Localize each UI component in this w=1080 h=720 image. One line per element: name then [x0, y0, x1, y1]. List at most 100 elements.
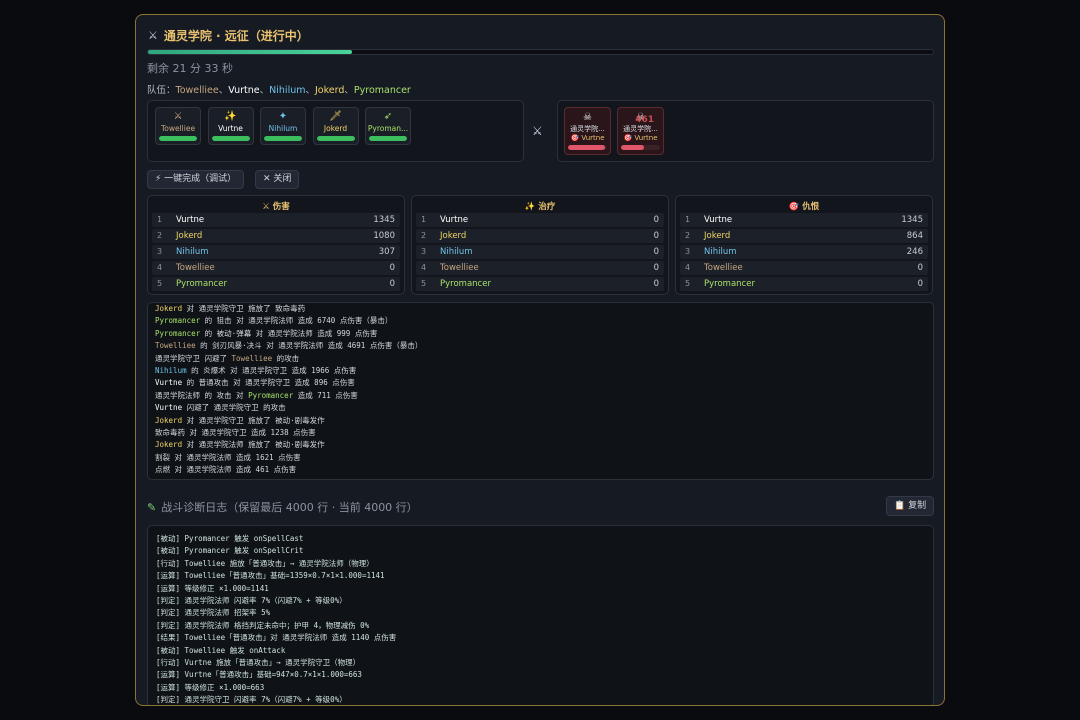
log-line: Nihilum 的 炎爆术 对 通灵学院守卫 造成 1966 点伤害 [155, 365, 926, 377]
log-segment: 闪避了 通灵学院守卫 的攻击 [182, 403, 286, 413]
diagnostic-line: [结果] Towelliee「普通攻击」对 通灵学院法师 造成 1140 点伤害 [156, 633, 397, 643]
health-fill [621, 145, 645, 150]
enemy-card[interactable]: ☠ 通灵学院... 🎯 Vurtne [564, 107, 611, 155]
log-segment: Nihilum [155, 365, 187, 375]
diagnostics-log[interactable]: [被动] Pyromancer 触发 onSpellCast [被动] Pyrom… [147, 525, 934, 705]
ranking-number: 2 [157, 231, 163, 240]
quick-complete-button[interactable]: ⚡ 一键完成（调试） [147, 170, 245, 189]
dagger-icon: 🗡 [329, 111, 342, 122]
close-button[interactable]: ✕ 关闭 [255, 170, 300, 189]
log-segment: 的攻击 [272, 353, 300, 363]
ranking-row: 3 Nihilum 246 [680, 245, 928, 259]
health-fill [316, 136, 355, 141]
party-card[interactable]: ⚔ Towelliee [155, 107, 201, 145]
diagnostic-line: [判定] 通灵学院守卫 闪避率 7%（闪避7% + 等级0%） [156, 695, 347, 705]
ranking-value: 0 [653, 263, 659, 273]
health-fill [264, 136, 302, 141]
party-card[interactable]: ➶ Pyroman... [365, 107, 411, 145]
ranking-row: 4 Towelliee 0 [680, 261, 928, 275]
enemy-card[interactable]: ☠ 通灵学院... 🎯 Vurtne 461 [617, 107, 664, 155]
ranking-title: ⚔ 伤害 [262, 202, 290, 212]
health-bar [316, 136, 355, 141]
progress-fill [148, 50, 353, 54]
log-segment: 割裂 对 通灵学院法师 造成 1621 点伤害 [155, 452, 301, 462]
player-name: Vurtne [704, 215, 733, 225]
pencil-icon: ✎ [147, 500, 157, 514]
bow-icon: ➶ [383, 111, 393, 122]
ranking-value: 0 [389, 263, 395, 273]
ranking-number: 4 [421, 263, 427, 272]
player-name: Nihilum [440, 247, 473, 257]
title-row: ⚔ 通灵学院 · 远征（进行中） [148, 27, 309, 44]
diagnostic-line: [被动] Towelliee 触发 onAttack [156, 645, 286, 655]
log-segment: Jokerd [155, 415, 183, 425]
mage-icon: ✦ [278, 111, 288, 122]
log-segment: Pyromancer [155, 316, 201, 326]
team-separator: 、 [344, 85, 354, 96]
ranking-number: 3 [157, 247, 163, 256]
party-card[interactable]: 🗡 Jokerd [312, 107, 359, 145]
party-member-name: Pyroman... [367, 124, 409, 133]
player-name: Jokerd [704, 231, 731, 241]
ranking-number: 1 [157, 215, 163, 224]
ranking-number: 5 [157, 279, 163, 288]
log-line: 通灵学院法师 的 攻击 对 Pyromancer 造成 711 点伤害 [155, 390, 926, 402]
ranking-value: 864 [906, 231, 923, 241]
diagnostic-line: [运算] 等级修正 ×1.000=663 [156, 682, 265, 692]
log-line: 致命毒药 对 通灵学院守卫 造成 1238 点伤害 [155, 427, 926, 439]
ranking-row: 3 Nihilum 0 [416, 245, 664, 259]
party-card[interactable]: ✨ Vurtne [207, 107, 254, 145]
diagnostic-line: [行动] Towelliee 施放「普通攻击」→ 通灵学院法师（物理） [156, 558, 374, 568]
healing-ranking: ✨ 治疗 1 Vurtne 0 2 Jokerd 0 3 Nihilum 0 4 Towelliee 0… [411, 195, 669, 295]
player-name: Pyromancer [704, 279, 755, 289]
crossed-swords-icon: ⚔ [173, 111, 183, 122]
ranking-row: 5 Pyromancer 0 [680, 277, 928, 291]
ranking-row: 1 Vurtne 1345 [152, 213, 400, 227]
diagnostic-line: [判定] 通灵学院法师 闪避率 7%（闪避7% + 等级0%） [156, 595, 347, 605]
crossed-swords-icon: ⚔ [148, 29, 158, 42]
player-name: Jokerd [440, 231, 467, 241]
log-segment: 致命毒药 对 通灵学院守卫 造成 1238 点伤害 [155, 427, 316, 437]
ranking-number: 1 [421, 215, 427, 224]
versus-icon: ⚔ [532, 124, 543, 138]
ranking-row: 1 Vurtne 0 [416, 213, 664, 227]
party-member-name: Jokerd [323, 124, 348, 133]
player-name: Pyromancer [440, 279, 491, 289]
ranking-number: 1 [685, 215, 691, 224]
team-member: Jokerd [315, 85, 345, 96]
ranking-value: 0 [653, 247, 659, 257]
team-member: Pyromancer [353, 85, 411, 96]
health-fill [369, 136, 407, 141]
player-name: Vurtne [440, 215, 469, 225]
ranking-value: 246 [906, 247, 923, 257]
ranking-row: 2 Jokerd 1080 [152, 229, 400, 243]
player-name: Towelliee [440, 263, 479, 273]
diagnostic-line: [行动] Vurtne 施放「普通攻击」→ 通灵学院守卫（物理） [156, 657, 361, 667]
ranking-number: 2 [685, 231, 691, 240]
log-line: Vurtne 闪避了 通灵学院守卫 的攻击 [155, 402, 926, 414]
ranking-value: 0 [389, 279, 395, 289]
health-bar [369, 136, 407, 141]
log-segment: 的 普通攻击 对 通灵学院守卫 造成 896 点伤害 [182, 378, 355, 388]
enemy-target: 🎯 Vurtne [570, 134, 605, 142]
skull-crossbones-icon: ☠ [583, 112, 592, 123]
ranking-value: 1345 [901, 215, 923, 225]
diagnostic-line: [判定] 通灵学院法师 格挡判定未命中；护甲 4，物理减伤 0% [156, 620, 370, 630]
log-line: Pyromancer 的 狙击 对 通灵学院法师 造成 6740 点伤害（暴击） [155, 315, 926, 327]
player-name: Pyromancer [176, 279, 227, 289]
team-member: Towelliee [175, 85, 219, 96]
log-line: Jokerd 对 通灵学院法师 施放了 被动·剧毒发作 [155, 439, 926, 451]
expedition-panel: ⚔ 通灵学院 · 远征（进行中） 剩余 21 分 33 秒 队伍：Towelli… [135, 14, 945, 706]
log-segment: Pyromancer [155, 328, 201, 338]
combat-log[interactable]: Jokerd 对 通灵学院守卫 施放了 致命毒药 Pyromancer 的 狙击 … [147, 302, 934, 480]
team-separator: 、 [259, 85, 270, 96]
log-segment: Jokerd [155, 304, 183, 313]
log-line: 点燃 对 通灵学院法师 造成 461 点伤害 [155, 464, 926, 476]
party-member-name: Vurtne [218, 124, 243, 133]
diagnostic-line: [判定] 通灵学院法师 招架率 5% [156, 608, 271, 618]
ranking-value: 0 [653, 279, 659, 289]
remaining-time: 剩余 21 分 33 秒 [147, 62, 233, 75]
health-bar [568, 145, 607, 150]
copy-button[interactable]: 📋 复制 [886, 496, 935, 516]
party-card[interactable]: ✦ Nihilum [260, 107, 306, 145]
